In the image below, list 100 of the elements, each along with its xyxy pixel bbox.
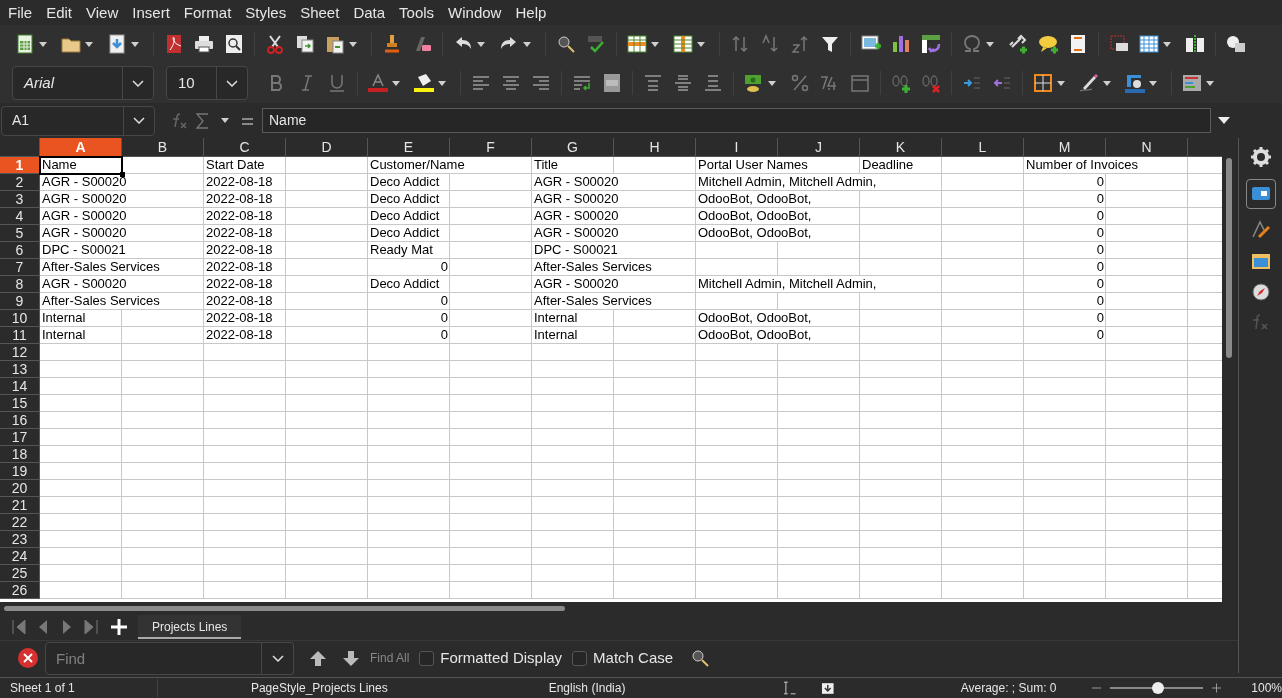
add-sheet-icon[interactable] bbox=[110, 617, 128, 636]
row-header[interactable]: 26 bbox=[0, 582, 40, 599]
styles-icon[interactable] bbox=[1250, 220, 1271, 240]
menu-item[interactable]: Help bbox=[508, 0, 554, 25]
dropdown-caret-icon[interactable] bbox=[696, 40, 706, 48]
row-header[interactable]: 8 bbox=[0, 276, 40, 293]
dropdown-caret-icon[interactable] bbox=[1148, 79, 1158, 87]
fill-handle[interactable] bbox=[120, 172, 125, 177]
dropdown-caret-icon[interactable] bbox=[84, 40, 94, 48]
menu-item[interactable]: Format bbox=[176, 0, 239, 25]
dropdown-caret-icon[interactable] bbox=[130, 40, 140, 48]
gallery-icon[interactable] bbox=[1250, 251, 1271, 271]
row-header[interactable]: 23 bbox=[0, 531, 40, 548]
row-header[interactable]: 3 bbox=[0, 191, 40, 208]
row-header[interactable]: 11 bbox=[0, 327, 40, 344]
chevron-down-icon[interactable] bbox=[132, 79, 144, 87]
insert-mode-icon[interactable] bbox=[783, 681, 797, 695]
find-history-button[interactable] bbox=[262, 641, 294, 675]
table-cell[interactable]: OdooBot, OdooBot, bbox=[696, 208, 812, 224]
table-cell[interactable]: OdooBot, OdooBot, bbox=[696, 191, 812, 207]
table-cell[interactable]: OdooBot, OdooBot, bbox=[696, 310, 812, 326]
row-header[interactable]: 7 bbox=[0, 259, 40, 276]
chevron-down-icon[interactable] bbox=[226, 79, 238, 87]
row-header[interactable]: 13 bbox=[0, 361, 40, 378]
table-cell[interactable]: Customer/Name bbox=[368, 157, 465, 173]
slider-thumb[interactable] bbox=[1152, 682, 1165, 694]
table-cell[interactable]: Name bbox=[40, 157, 122, 174]
dropdown-caret-icon[interactable] bbox=[476, 40, 486, 48]
dropdown-caret-icon[interactable] bbox=[1205, 79, 1215, 87]
font-name-field[interactable]: Arial bbox=[12, 66, 154, 100]
row-header[interactable]: 20 bbox=[0, 480, 40, 497]
sheet-tab[interactable]: Projects Lines bbox=[138, 614, 242, 639]
menu-item[interactable]: Styles bbox=[238, 0, 294, 25]
properties-tab[interactable] bbox=[1245, 179, 1276, 209]
sum-icon[interactable] bbox=[195, 111, 209, 130]
row-header[interactable]: 9 bbox=[0, 293, 40, 310]
table-cell[interactable]: Mitchell Admin, Mitchell Admin, bbox=[696, 174, 877, 190]
dropdown-caret-icon[interactable] bbox=[437, 79, 447, 87]
table-cell[interactable]: AGR - S00020 bbox=[40, 225, 127, 241]
up-arrow-icon[interactable] bbox=[309, 649, 327, 667]
compass-icon[interactable] bbox=[1250, 282, 1271, 302]
table-cell[interactable]: AGR - S00020 bbox=[532, 276, 619, 292]
menu-item[interactable]: Edit bbox=[39, 0, 80, 25]
table-cell[interactable]: Portal User Names bbox=[696, 157, 808, 173]
row-header[interactable]: 17 bbox=[0, 429, 40, 446]
table-cell[interactable]: Number of Invoices bbox=[1024, 157, 1138, 173]
table-cell[interactable]: After-Sales Services bbox=[40, 293, 160, 309]
table-cell[interactable]: AGR - S00020 bbox=[532, 225, 619, 241]
dropdown-caret-icon[interactable] bbox=[522, 40, 532, 48]
dropdown-caret-icon[interactable] bbox=[220, 117, 230, 124]
expand-formula-icon[interactable] bbox=[1217, 116, 1231, 125]
row-header[interactable]: 12 bbox=[0, 344, 40, 361]
table-cell[interactable]: After-Sales Services bbox=[532, 293, 652, 309]
table-cell[interactable]: AGR - S00020 bbox=[532, 208, 619, 224]
dropdown-caret-icon[interactable] bbox=[1102, 79, 1112, 87]
row-header[interactable]: 4 bbox=[0, 208, 40, 225]
row-header[interactable]: 1 bbox=[0, 157, 40, 174]
table-cell[interactable]: AGR - S00020 bbox=[40, 276, 127, 292]
menu-item[interactable]: Sheet bbox=[293, 0, 347, 25]
column-header[interactable]: A bbox=[40, 138, 122, 156]
menu-item[interactable]: Insert bbox=[125, 0, 177, 25]
row-header[interactable]: 2 bbox=[0, 174, 40, 191]
menu-item[interactable]: View bbox=[79, 0, 126, 25]
row-header[interactable]: 6 bbox=[0, 242, 40, 259]
table-cell[interactable]: OdooBot, OdooBot, bbox=[696, 327, 812, 343]
row-header[interactable]: 22 bbox=[0, 514, 40, 531]
menu-item[interactable]: Window bbox=[441, 0, 509, 25]
row-header[interactable]: 19 bbox=[0, 463, 40, 480]
table-cell[interactable]: After-Sales Services bbox=[40, 259, 160, 275]
find-field[interactable]: Find bbox=[45, 641, 262, 675]
row-header[interactable]: 5 bbox=[0, 225, 40, 242]
chevron-down-icon[interactable] bbox=[271, 654, 284, 662]
function-wizard-icon[interactable] bbox=[171, 111, 187, 130]
table-cell[interactable]: AGR - S00020 bbox=[40, 191, 127, 207]
dropdown-caret-icon[interactable] bbox=[985, 40, 995, 48]
dropdown-caret-icon[interactable] bbox=[650, 40, 660, 48]
last-sheet-icon[interactable] bbox=[82, 617, 100, 636]
checkbox[interactable] bbox=[419, 650, 435, 666]
row-header[interactable]: 24 bbox=[0, 548, 40, 565]
table-cell[interactable]: AGR - S00020 bbox=[532, 174, 619, 190]
chevron-down-icon[interactable] bbox=[133, 117, 145, 124]
close-icon[interactable] bbox=[18, 648, 38, 669]
language[interactable]: English (India) bbox=[480, 679, 694, 697]
first-sheet-icon[interactable] bbox=[10, 617, 28, 636]
row-header[interactable]: 18 bbox=[0, 446, 40, 463]
table-cell[interactable]: OdooBot, OdooBot, bbox=[696, 225, 812, 241]
dropdown-caret-icon[interactable] bbox=[391, 79, 401, 87]
find-replace-icon[interactable] bbox=[690, 648, 711, 669]
dropdown-caret-icon[interactable] bbox=[1056, 79, 1066, 87]
menu-item[interactable]: Tools bbox=[392, 0, 442, 25]
checkbox-label[interactable]: Formatted Display bbox=[440, 646, 563, 670]
table-cell[interactable]: Ready Mat bbox=[368, 242, 433, 258]
zoom-in-icon[interactable] bbox=[1210, 683, 1222, 693]
dropdown-caret-icon[interactable] bbox=[38, 40, 48, 48]
row-header[interactable]: 15 bbox=[0, 395, 40, 412]
table-cell[interactable]: AGR - S00020 bbox=[532, 191, 619, 207]
name-box[interactable]: A1 bbox=[1, 105, 155, 136]
row-header[interactable]: 14 bbox=[0, 378, 40, 395]
table-cell[interactable]: DPC - S00021 bbox=[532, 242, 618, 258]
checkbox-label[interactable]: Match Case bbox=[593, 646, 674, 670]
